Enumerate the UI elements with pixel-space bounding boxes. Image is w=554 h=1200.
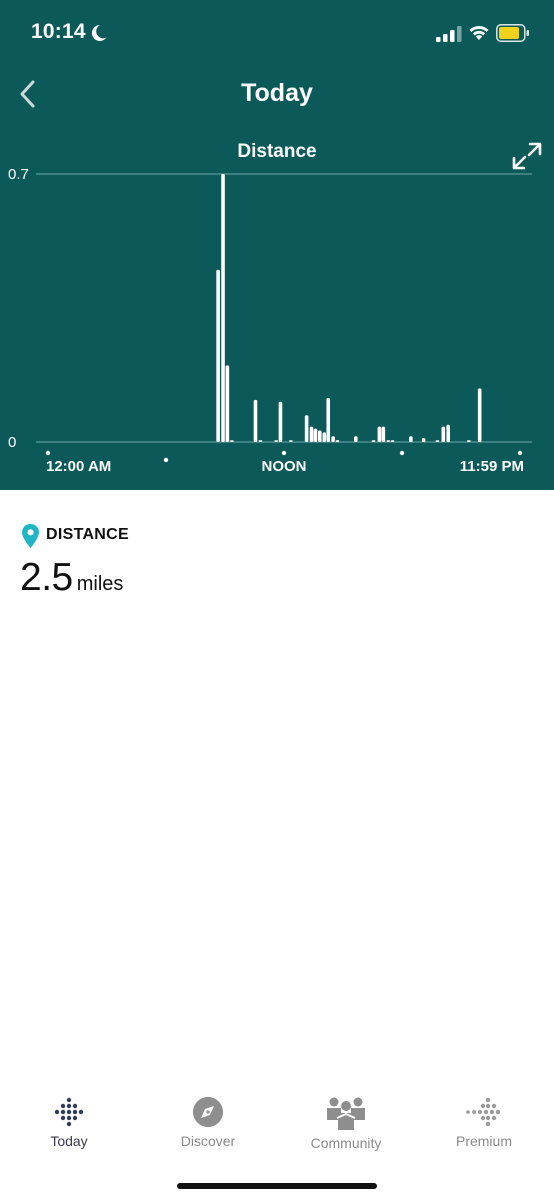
- metric-unit: miles: [76, 573, 124, 595]
- status-time: 10:14: [31, 20, 86, 43]
- y-tick-label: 0: [8, 434, 16, 451]
- hour-dot: [400, 451, 404, 455]
- tab-premium[interactable]: Premium: [429, 1088, 539, 1158]
- distance-bar: [353, 436, 358, 442]
- y-tick-label: 0.7: [8, 166, 29, 183]
- distance-bar: [317, 430, 322, 442]
- distance-bar: [441, 426, 446, 442]
- premium-icon: [466, 1097, 501, 1127]
- fitbit-dots-icon: [54, 1097, 84, 1127]
- tab-today[interactable]: Today: [14, 1088, 124, 1158]
- distance-bar: [274, 440, 278, 442]
- metric-value-row: 2.5 miles: [20, 556, 123, 600]
- distance-bar: [289, 440, 293, 442]
- distance-bar: [390, 440, 395, 442]
- metric-value: 2.5: [20, 556, 73, 599]
- distance-chart: 0.7 0 12:00 AM NOON 11:59 PM: [8, 166, 532, 475]
- distance-bar: [421, 438, 426, 442]
- home-indicator: [177, 1183, 377, 1189]
- x-tick-label: 12:00 AM: [46, 458, 111, 475]
- x-tick-label: NOON: [262, 458, 307, 475]
- wifi-icon: [469, 25, 489, 40]
- distance-bar: [326, 397, 331, 442]
- distance-bar: [467, 440, 471, 442]
- cellular-signal-icon: [436, 26, 462, 42]
- tab-discover[interactable]: Discover: [153, 1088, 263, 1158]
- distance-bar: [331, 436, 335, 442]
- tab-community[interactable]: Community: [291, 1088, 401, 1158]
- tab-bar: Today Discover Community Premium: [0, 1088, 554, 1168]
- hour-dot: [517, 450, 523, 456]
- page-title: Today: [241, 79, 313, 107]
- hour-dot: [163, 457, 169, 463]
- distance-bar: [230, 440, 234, 442]
- tab-label: Premium: [455, 1133, 512, 1149]
- compass-icon: [193, 1097, 223, 1127]
- distance-bar: [377, 426, 382, 442]
- distance-bar: [335, 440, 340, 442]
- moon-icon: [91, 24, 107, 41]
- distance-bar: [381, 426, 386, 442]
- distance-bar: [278, 401, 283, 442]
- battery-icon: [496, 24, 529, 42]
- tab-label: Community: [310, 1135, 382, 1151]
- distance-bar: [313, 428, 318, 442]
- community-icon: [327, 1097, 365, 1130]
- distance-bar: [409, 436, 413, 442]
- distance-bar: [304, 415, 309, 442]
- distance-bar: [371, 440, 376, 442]
- location-pin-icon: [22, 524, 39, 548]
- tab-label: Today: [50, 1133, 88, 1149]
- hour-dot: [45, 450, 51, 456]
- status-bar: 10:14: [0, 0, 554, 66]
- distance-bar: [477, 388, 482, 442]
- distance-bar: [322, 432, 327, 442]
- distance-bar: [221, 174, 225, 442]
- distance-bar: [258, 440, 263, 442]
- distance-bar: [386, 440, 391, 442]
- hour-dot: [281, 450, 287, 456]
- distance-bar: [216, 269, 220, 442]
- metric-label: DISTANCE: [46, 526, 129, 543]
- distance-bar: [435, 440, 440, 442]
- distance-bar: [253, 399, 258, 442]
- distance-bar: [446, 424, 451, 442]
- tab-label: Discover: [180, 1133, 236, 1149]
- x-tick-label: 11:59 PM: [460, 458, 524, 475]
- header-panel: 10:14 Today Distance 0.7 0 12:00 AM NOON 11:…: [0, 0, 554, 490]
- distance-bar: [309, 426, 314, 442]
- distance-bar: [225, 365, 230, 442]
